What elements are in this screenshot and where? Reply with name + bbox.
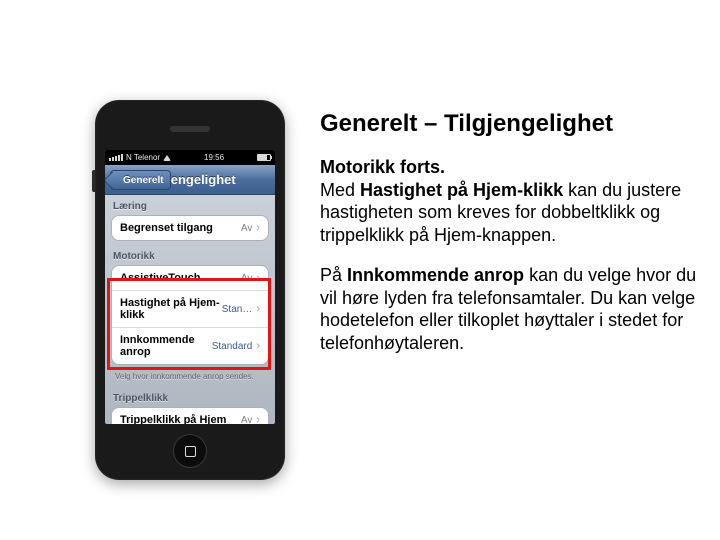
group-motor: AssistiveTouch Av › Hastighet på Hjem-kl…	[111, 265, 269, 365]
nav-bar: Generelt Tilgjengelighet	[105, 165, 275, 195]
paragraph-incoming: På Innkommende anrop kan du velge hvor d…	[320, 264, 700, 354]
row-label: Innkommende anrop	[120, 334, 212, 358]
home-button-icon	[185, 446, 196, 457]
chevron-right-icon: ›	[256, 303, 260, 315]
feature-incoming-call: Innkommende anrop	[347, 265, 524, 285]
row-value: Standard ›	[212, 340, 260, 352]
chevron-right-icon: ›	[256, 340, 260, 352]
home-button[interactable]	[173, 434, 207, 468]
chevron-right-icon: ›	[256, 272, 260, 284]
row-label: AssistiveTouch	[120, 272, 201, 284]
group-learning: Begrenset tilgang Av ›	[111, 215, 269, 241]
lead-label: Motorikk forts.	[320, 157, 445, 177]
row-label: Trippelklikk på Hjem	[120, 414, 226, 424]
slide: Generelt – Tilgjengelighet Motorikk fort…	[0, 0, 720, 540]
battery-icon	[257, 154, 271, 161]
row-value: Stan… ›	[222, 303, 260, 315]
chevron-right-icon: ›	[256, 222, 260, 234]
paragraph-motorikk: Motorikk forts. Med Hastighet på Hjem-kl…	[320, 156, 700, 246]
carrier-label: N Telenor	[126, 153, 160, 162]
page-title: Generelt – Tilgjengelighet	[320, 110, 700, 138]
back-button[interactable]: Generelt	[110, 170, 171, 190]
row-label: Begrenset tilgang	[120, 222, 213, 234]
section-header-triple: Trippelklikk	[105, 387, 275, 407]
status-bar: N Telenor 19:56	[105, 150, 275, 165]
clock-label: 19:56	[204, 153, 224, 162]
row-value: Av ›	[241, 414, 260, 424]
status-left: N Telenor	[109, 153, 171, 162]
group-triple: Trippelklikk på Hjem Av ›	[111, 407, 269, 424]
status-right	[257, 154, 271, 161]
feature-home-speed: Hastighet på Hjem-klikk	[360, 180, 563, 200]
row-assistivetouch[interactable]: AssistiveTouch Av ›	[112, 266, 268, 290]
back-button-label: Generelt	[123, 175, 164, 186]
row-value: Av ›	[241, 222, 260, 234]
row-home-click-speed[interactable]: Hastighet på Hjem-klikk Stan… ›	[112, 290, 268, 327]
chevron-right-icon: ›	[256, 414, 260, 424]
wifi-icon	[163, 155, 171, 161]
signal-bars-icon	[109, 154, 123, 161]
text-column: Generelt – Tilgjengelighet Motorikk fort…	[320, 110, 700, 372]
section-header-motor: Motorikk	[105, 245, 275, 265]
row-restricted-access[interactable]: Begrenset tilgang Av ›	[112, 216, 268, 240]
row-label: Hastighet på Hjem-klikk	[120, 297, 222, 321]
group-footnote: Velg hvor innkommende anrop sendes.	[105, 369, 275, 387]
row-value: Av ›	[241, 272, 260, 284]
section-header-learning: Læring	[105, 195, 275, 215]
phone-screen: N Telenor 19:56 Generelt Tilgjengelighet…	[105, 150, 275, 424]
row-incoming-calls[interactable]: Innkommende anrop Standard ›	[112, 327, 268, 364]
phone-speaker	[170, 126, 210, 132]
iphone-device: N Telenor 19:56 Generelt Tilgjengelighet…	[95, 100, 285, 480]
row-triple-click-home[interactable]: Trippelklikk på Hjem Av ›	[112, 408, 268, 424]
